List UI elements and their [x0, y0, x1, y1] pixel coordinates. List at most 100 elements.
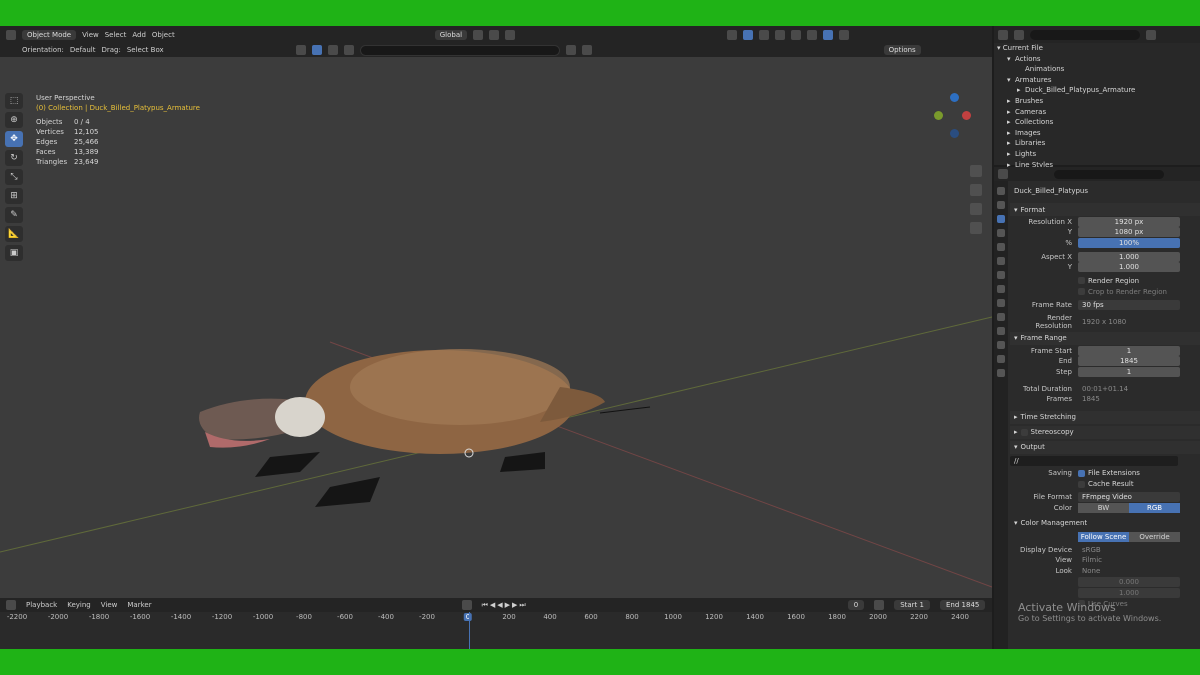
- outliner-item[interactable]: ▸ Duck_Billed_Platypus_Armature: [994, 85, 1200, 96]
- output-tab-icon[interactable]: [997, 215, 1005, 223]
- outliner-item[interactable]: ▸ Libraries: [994, 138, 1200, 149]
- frame-end-field[interactable]: 1845: [1078, 356, 1180, 367]
- light-icon[interactable]: [343, 45, 354, 55]
- cache-result-checkbox[interactable]: Cache Result: [1078, 480, 1134, 488]
- outliner-search-input[interactable]: [1030, 29, 1140, 40]
- navigation-gizmo[interactable]: [934, 93, 974, 143]
- shading-solid-icon[interactable]: [807, 29, 818, 40]
- panel-time-stretching-header[interactable]: ▸ Time Stretching: [1010, 410, 1200, 424]
- annotate-tool[interactable]: ✎: [5, 207, 23, 223]
- funnel-icon[interactable]: [581, 45, 592, 55]
- physics-tab-icon[interactable]: [997, 327, 1005, 335]
- menu-playback[interactable]: Playback: [26, 601, 57, 609]
- follow-scene-option[interactable]: Follow Scene: [1078, 532, 1129, 543]
- collection-tab-icon[interactable]: [997, 271, 1005, 279]
- editor-type-icon[interactable]: [6, 29, 16, 40]
- aspect-x-field[interactable]: 1.000: [1078, 251, 1180, 262]
- overlay-toggle-icon[interactable]: [759, 29, 770, 40]
- shading-rendered-icon[interactable]: [839, 29, 850, 40]
- file-format-select[interactable]: FFmpeg Video: [1078, 491, 1180, 502]
- current-frame-field[interactable]: 0: [847, 600, 865, 610]
- outliner-root[interactable]: ▾ Current File: [994, 43, 1200, 54]
- xray-icon[interactable]: [775, 29, 786, 40]
- expand-arrow-icon[interactable]: ▾: [1007, 75, 1015, 86]
- start-frame-field[interactable]: Start 1: [894, 600, 930, 610]
- viewport-search-input[interactable]: [359, 44, 560, 56]
- scene-tab-icon[interactable]: [997, 243, 1005, 251]
- output-path-field[interactable]: //: [1010, 455, 1178, 466]
- zoom-icon[interactable]: [970, 165, 982, 177]
- cursor-tool[interactable]: ⊕: [5, 112, 23, 128]
- menu-add[interactable]: Add: [132, 31, 146, 39]
- measure-tool[interactable]: 📐: [5, 226, 23, 242]
- world-tab-icon[interactable]: [997, 257, 1005, 265]
- scale-tool[interactable]: ⤡: [5, 169, 23, 185]
- expand-arrow-icon[interactable]: ▸: [1007, 138, 1015, 149]
- expand-arrow-icon[interactable]: ▸: [1007, 107, 1015, 118]
- menu-marker[interactable]: Marker: [127, 601, 151, 609]
- timeline-ruler[interactable]: -2200 -2000 -1800 -1600 -1400 -1200 -1000 -800-…: [0, 613, 992, 625]
- expand-arrow-icon[interactable]: ▾: [1007, 54, 1015, 65]
- outliner-item[interactable]: ▸ Cameras: [994, 107, 1200, 118]
- modifier-tab-icon[interactable]: [997, 299, 1005, 307]
- file-extensions-checkbox[interactable]: File Extensions: [1078, 469, 1140, 477]
- neg-z-axis-icon[interactable]: [950, 129, 959, 138]
- texture-tab-icon[interactable]: [997, 369, 1005, 377]
- drag-select[interactable]: Select Box: [127, 46, 164, 54]
- resolution-x-field[interactable]: 1920 px: [1078, 216, 1180, 227]
- outliner-editor-icon[interactable]: [998, 29, 1008, 40]
- constraints-tab-icon[interactable]: [997, 341, 1005, 349]
- rotate-tool[interactable]: ↻: [5, 150, 23, 166]
- display-mode-icon[interactable]: [1014, 29, 1024, 40]
- expand-arrow-icon[interactable]: ▸: [1007, 128, 1015, 139]
- expand-arrow-icon[interactable]: ▸: [1007, 96, 1015, 107]
- outliner-item[interactable]: ▾ Actions: [994, 54, 1200, 65]
- render-region-checkbox[interactable]: Render Region: [1078, 277, 1139, 285]
- orientation-select[interactable]: Default: [70, 46, 96, 54]
- tool-tab-icon[interactable]: [997, 187, 1005, 195]
- add-cube-tool[interactable]: ▣: [5, 245, 23, 261]
- outliner-item[interactable]: ▸ Images: [994, 128, 1200, 139]
- 3d-viewport[interactable]: ⬚ ⊕ ✥ ↻ ⤡ ⊞ ✎ 📐 ▣ User Perspective (0) C…: [0, 57, 992, 598]
- color-bw-option[interactable]: BW: [1078, 502, 1129, 513]
- menu-timeline-view[interactable]: View: [101, 601, 118, 609]
- select-mode-icon[interactable]: [311, 45, 322, 55]
- data-tab-icon[interactable]: [997, 355, 1005, 363]
- visibility-icon[interactable]: [727, 29, 738, 40]
- panel-output-header[interactable]: ▾ Output: [1010, 440, 1200, 454]
- render-tab-icon[interactable]: [997, 201, 1005, 209]
- playhead[interactable]: [469, 612, 470, 649]
- outliner-item[interactable]: ▸ Collections: [994, 117, 1200, 128]
- filter-funnel-icon[interactable]: [1146, 29, 1156, 40]
- playback-controls[interactable]: ⏮◀◀▶▶⏭: [482, 601, 528, 610]
- frame-step-field[interactable]: 1: [1078, 367, 1180, 378]
- expand-arrow-icon[interactable]: ▸: [1017, 85, 1025, 96]
- expand-arrow-icon[interactable]: ▸: [1007, 149, 1015, 160]
- menu-view[interactable]: View: [82, 31, 99, 39]
- pivot-icon[interactable]: [473, 29, 484, 40]
- camera-view-icon[interactable]: [970, 203, 982, 215]
- bookmark-icon[interactable]: [565, 45, 576, 55]
- filter-icon[interactable]: [295, 45, 306, 55]
- particles-tab-icon[interactable]: [997, 313, 1005, 321]
- record-icon[interactable]: [461, 600, 472, 610]
- transform-orientation-select[interactable]: Global: [434, 29, 468, 40]
- menu-select[interactable]: Select: [105, 31, 127, 39]
- timeline-body[interactable]: -2200 -2000 -1800 -1600 -1400 -1200 -1000 -800-…: [0, 612, 992, 649]
- outliner-item[interactable]: ▾ Armatures: [994, 75, 1200, 86]
- resolution-y-field[interactable]: 1080 px: [1078, 227, 1180, 238]
- outliner-item[interactable]: ▸ Brushes: [994, 96, 1200, 107]
- gizmo-toggle-icon[interactable]: [743, 29, 754, 40]
- options-dropdown[interactable]: Options: [883, 45, 921, 55]
- proportional-edit-icon[interactable]: [505, 29, 516, 40]
- view-layer-tab-icon[interactable]: [997, 229, 1005, 237]
- panel-frame-range-header[interactable]: ▾ Frame Range: [1010, 331, 1200, 345]
- move-tool[interactable]: ✥: [5, 131, 23, 147]
- frame-rate-select[interactable]: 30 fps: [1078, 300, 1180, 311]
- y-axis-icon[interactable]: [934, 111, 943, 120]
- mode-select[interactable]: Object Mode: [22, 29, 77, 40]
- shading-wireframe-icon[interactable]: [791, 29, 802, 40]
- outliner-item[interactable]: ▸ Lights: [994, 149, 1200, 160]
- clock-icon[interactable]: [874, 600, 885, 610]
- camera-icon[interactable]: [327, 45, 338, 55]
